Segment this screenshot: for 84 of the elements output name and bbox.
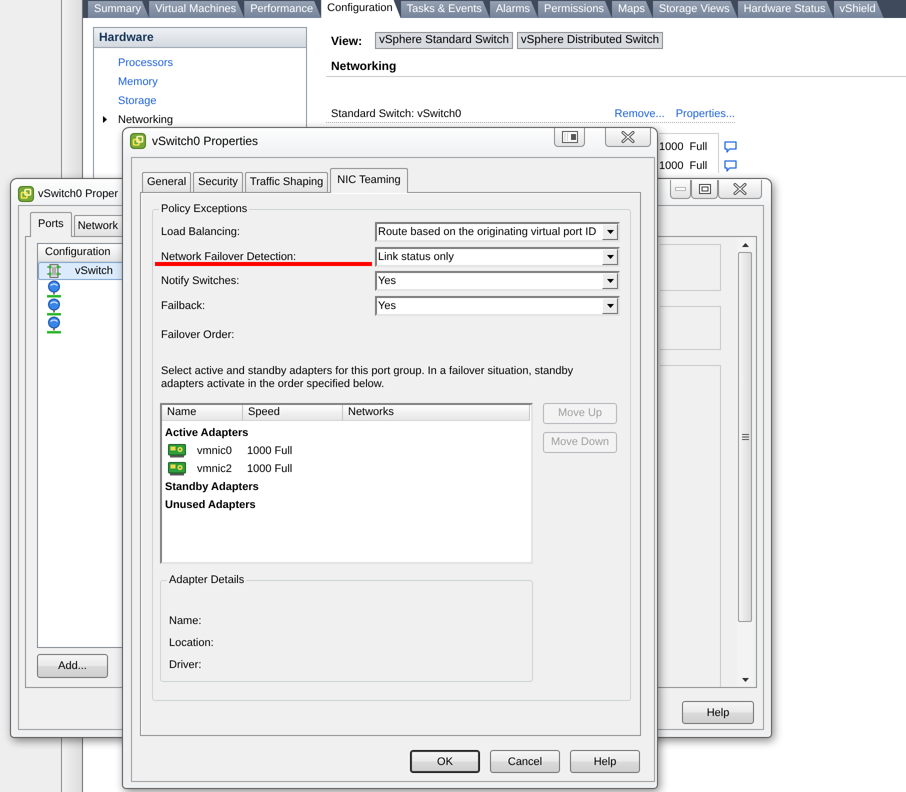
dialog-button[interactable]: OK [410,750,480,773]
adapter-speed: 1000 Full [247,444,292,457]
sidebar-item[interactable]: Storage [118,94,157,106]
adapter-group-heading: Active Adapters [164,426,248,441]
sidebar-item[interactable]: Networking [118,114,174,126]
instructions-text: Select active and standby adapters for this port group. In a failover situation, standby adapters activate in the order specified below. [161,364,574,391]
sidebar-item[interactable]: Processors [118,56,174,68]
network-card-icon [168,444,186,458]
network-icon [46,280,62,298]
caret-icon[interactable] [602,248,618,265]
column-header[interactable]: Speed [243,404,343,421]
dropdown[interactable]: Yes [375,296,620,316]
grip-icon [742,434,748,440]
panel-header: Hardware [94,28,306,48]
restore-button[interactable] [554,128,585,147]
field-label: Driver: [169,658,202,672]
setting-label: Failback: [161,300,206,312]
caret-icon [103,116,107,123]
tab[interactable]: NIC Teaming [330,168,408,193]
action-link[interactable]: Properties... [676,108,735,120]
failover-order-label: Failover Order: [161,328,234,342]
adapter-group-heading: Unused Adapters [164,498,256,513]
dropdown[interactable]: Yes [375,271,620,292]
column-header[interactable]: Configuration [38,244,125,262]
adapter-name[interactable]: vmnic0 [197,444,232,457]
list-row[interactable]: vSwitch [38,262,125,280]
adapter-speed: 1000 Full [659,141,708,153]
maximize-button[interactable] [691,180,718,199]
minimize-icon [675,187,686,191]
tab[interactable]: Traffic Shaping [244,172,328,192]
close-button[interactable] [718,180,762,199]
window-icon [562,131,578,143]
switch-icon [46,263,62,279]
sidebar-item[interactable]: Memory [118,76,158,88]
setting-label: Network Failover Detection: [161,250,296,263]
caret-icon[interactable] [602,273,618,290]
tab[interactable]: Configuration [321,0,401,18]
logo-icon [18,186,34,202]
adapter-speed: 1000 Full [659,160,708,172]
tab[interactable]: Security [193,172,243,192]
dialog-button[interactable]: Help [570,750,640,773]
logo-icon [130,133,146,149]
dialog-button[interactable]: Help [682,701,754,724]
dialog-button[interactable]: Cancel [490,750,560,773]
field-label: Name: [169,614,202,628]
group-title: Adapter Details [168,574,246,587]
view-button[interactable]: vSphere Distributed Switch [516,32,663,49]
caret-icon[interactable] [602,224,618,240]
panel [660,244,721,291]
tab[interactable]: Ports [30,212,72,237]
field-label: Location: [169,636,214,650]
view-label: View: [331,34,362,48]
dropdown[interactable]: Link status only [375,246,620,267]
maximize-icon [698,184,710,194]
window-title: vSwitch0 Properties [152,133,258,149]
adapter-group-heading: Standby Adapters [164,480,259,495]
up-arrow-icon[interactable] [742,242,748,246]
speech-bubble-icon[interactable] [724,160,737,172]
window-title: vSwitch0 Proper [38,187,118,202]
setting-label: Load Balancing: [161,226,240,238]
down-arrow-icon[interactable] [742,678,748,682]
caret-icon[interactable] [602,298,618,314]
network-icon [46,298,62,316]
dropdown[interactable]: Route based on the originating virtual port ID [375,222,620,242]
close-icon [733,183,747,195]
view-button[interactable]: vSphere Standard Switch [375,32,513,49]
column-header[interactable]: Networks [343,404,530,421]
column-header[interactable]: Name [162,404,243,421]
network-icon [46,316,62,334]
tab[interactable]: General [142,172,192,192]
close-button[interactable] [605,128,651,147]
speech-bubble-icon[interactable] [724,141,737,153]
section-heading: Networking [331,59,396,73]
group-title: Policy Exceptions [160,203,248,216]
adapter-name[interactable]: vmnic2 [197,462,232,475]
dialog-button[interactable]: Add... [37,654,108,678]
adapter-speed: 1000 Full [247,462,292,475]
switch-label: Standard Switch: vSwitch0 [331,108,462,120]
panel [660,306,721,350]
scrollbar-thumb[interactable] [738,252,752,622]
setting-label: Notify Switches: [161,275,240,288]
network-card-icon [168,462,186,476]
action-link[interactable]: Remove... [614,108,665,120]
close-icon [621,131,635,143]
